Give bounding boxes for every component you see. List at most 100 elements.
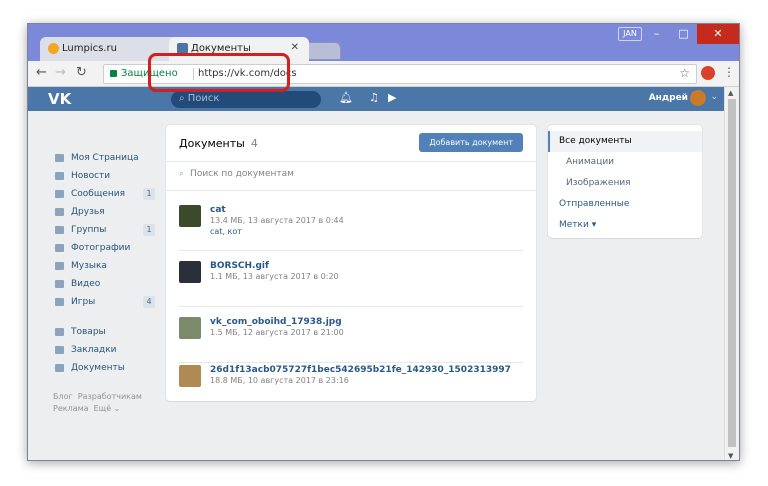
home-icon	[55, 154, 64, 162]
doc-name[interactable]: BORSCH.gif	[210, 261, 269, 271]
sidebar-item-label: Группы	[71, 225, 107, 235]
music-note-icon[interactable]: ♫	[369, 91, 379, 104]
documents-icon	[55, 364, 64, 372]
sidebar-item-games[interactable]: Игры 4	[53, 293, 163, 311]
filter-sent[interactable]: Отправленные	[548, 194, 702, 215]
ads-link[interactable]: Реклама	[53, 404, 89, 413]
extension-icon[interactable]	[701, 66, 715, 80]
docs-search-input[interactable]: ⌕ Поиск по документам	[179, 169, 294, 179]
doc-tags[interactable]: cat, кот	[210, 227, 242, 236]
documents-filter-panel: Все документы Анимации Изображения Отпра…	[548, 125, 702, 238]
vk-search-input[interactable]: ⌕ Поиск	[171, 91, 321, 108]
filter-all-documents[interactable]: Все документы	[548, 131, 702, 152]
scroll-down-icon[interactable]: ▼	[728, 452, 733, 460]
window-controls: – □ ✕	[643, 24, 739, 44]
sidebar-item-label: Игры	[71, 297, 96, 307]
sidebar-item-label: Друзья	[71, 207, 105, 217]
filter-animations[interactable]: Анимации	[548, 152, 702, 173]
developers-link[interactable]: Разработчикам	[78, 392, 142, 401]
doc-thumbnail[interactable]	[179, 317, 201, 339]
sidebar-item-friends[interactable]: Друзья	[53, 203, 163, 221]
sidebar-item-photos[interactable]: Фотографии	[53, 239, 163, 257]
list-item[interactable]: 26d1f13acb075727f1bec542695b21fe_142930_…	[179, 355, 523, 411]
list-item[interactable]: cat 13.4 МБ, 13 августа 2017 в 0:44 cat,…	[179, 195, 523, 251]
doc-thumbnail[interactable]	[179, 261, 201, 283]
docs-title-text: Документы	[179, 137, 245, 150]
browser-menu-icon[interactable]: ⋮	[723, 65, 735, 79]
sidebar-item-label: Закладки	[71, 345, 117, 355]
profile-badge[interactable]: JAN	[618, 27, 642, 41]
tab-close-icon[interactable]: ✕	[291, 42, 299, 53]
back-arrow-icon[interactable]: ←	[36, 65, 47, 80]
left-menu: Моя Страница Новости Сообщения 1 Друзья Г…	[53, 149, 163, 415]
sidebar-item-label: Видео	[71, 279, 101, 289]
sidebar-footer: Блог Разработчикам Реклама Ещё ⌄	[53, 392, 142, 413]
page-title: Документы 4	[179, 137, 258, 150]
list-item[interactable]: BORSCH.gif 1.1 МБ, 13 августа 2017 в 0:2…	[179, 251, 523, 307]
tab-title: Lumpics.ru	[62, 43, 117, 54]
search-icon: ⌕	[179, 169, 185, 179]
page-scrollbar[interactable]: ▲ ▼	[724, 87, 739, 460]
doc-name[interactable]: cat	[210, 205, 226, 215]
friends-icon	[55, 208, 64, 216]
chevron-down-icon[interactable]: ⌄	[710, 92, 718, 102]
doc-name[interactable]: vk_com_oboihd_17938.jpg	[210, 317, 342, 327]
lock-icon	[110, 70, 117, 77]
bookmark-star-icon[interactable]: ☆	[679, 66, 690, 80]
play-icon[interactable]: ▶	[388, 91, 396, 104]
avatar[interactable]	[690, 90, 706, 106]
vk-logo[interactable]: VK	[48, 90, 71, 108]
sidebar-item-music[interactable]: Музыка	[53, 257, 163, 275]
url-highlight-annotation	[148, 53, 290, 92]
sidebar-item-documents[interactable]: Документы	[53, 359, 163, 377]
sidebar-item-label: Товары	[71, 327, 106, 337]
divider	[166, 161, 536, 162]
lumpics-favicon-icon	[48, 43, 59, 54]
sidebar-item-label: Новости	[71, 171, 111, 181]
search-icon: ⌕	[179, 93, 188, 104]
doc-thumbnail[interactable]	[179, 205, 201, 227]
vk-search-placeholder: Поиск	[187, 93, 220, 104]
doc-name[interactable]: 26d1f13acb075727f1bec542695b21fe_142930_…	[210, 365, 511, 375]
sidebar-item-messages[interactable]: Сообщения 1	[53, 185, 163, 203]
video-icon	[55, 280, 64, 288]
docs-search-placeholder: Поиск по документам	[190, 169, 294, 179]
filter-images[interactable]: Изображения	[548, 173, 702, 194]
sidebar-item-bookmarks[interactable]: Закладки	[53, 341, 163, 359]
close-window-icon[interactable]: ✕	[697, 24, 739, 44]
browser-toolbar: ← → ↻ Защищено https://vk.com/docs ☆ ⋮	[28, 61, 739, 87]
scrollbar-thumb[interactable]	[728, 99, 736, 447]
bookmarks-icon	[55, 346, 64, 354]
music-icon	[55, 262, 64, 270]
sidebar-item-goods[interactable]: Товары	[53, 323, 163, 341]
doc-thumbnail[interactable]	[179, 365, 201, 387]
messages-count-badge: 1	[143, 188, 155, 200]
menu-gap	[53, 311, 163, 323]
sidebar-item-my-page[interactable]: Моя Страница	[53, 149, 163, 167]
doc-meta: 1.1 МБ, 13 августа 2017 в 0:20	[210, 272, 339, 281]
bell-icon[interactable]: 🔔︎	[339, 91, 353, 104]
blog-link[interactable]: Блог	[53, 392, 73, 401]
add-document-button[interactable]: Добавить документ	[419, 133, 523, 152]
reload-icon[interactable]: ↻	[76, 65, 87, 80]
minimize-icon[interactable]: –	[643, 24, 670, 44]
user-name[interactable]: Андрей	[649, 93, 688, 103]
sidebar-item-groups[interactable]: Группы 1	[53, 221, 163, 239]
sidebar-item-label: Сообщения	[71, 189, 126, 199]
forward-arrow-icon[interactable]: →	[55, 65, 66, 80]
browser-window: Lumpics.ru ✕ Документы ✕ JAN – □ ✕ ← → ↻…	[27, 23, 740, 461]
sidebar-item-label: Моя Страница	[71, 153, 139, 163]
maximize-icon[interactable]: □	[670, 24, 697, 44]
groups-count-badge: 1	[143, 224, 155, 236]
filter-tags[interactable]: Метки ▾	[548, 215, 702, 236]
more-link[interactable]: Ещё	[94, 404, 112, 413]
games-icon	[55, 298, 64, 306]
docs-count: 4	[250, 137, 258, 150]
sidebar-item-news[interactable]: Новости	[53, 167, 163, 185]
scroll-up-icon[interactable]: ▲	[728, 89, 733, 97]
doc-meta: 1.5 МБ, 12 августа 2017 в 21:00	[210, 328, 344, 337]
divider	[166, 190, 536, 191]
sidebar-item-video[interactable]: Видео	[53, 275, 163, 293]
groups-icon	[55, 226, 64, 234]
goods-icon	[55, 328, 64, 336]
